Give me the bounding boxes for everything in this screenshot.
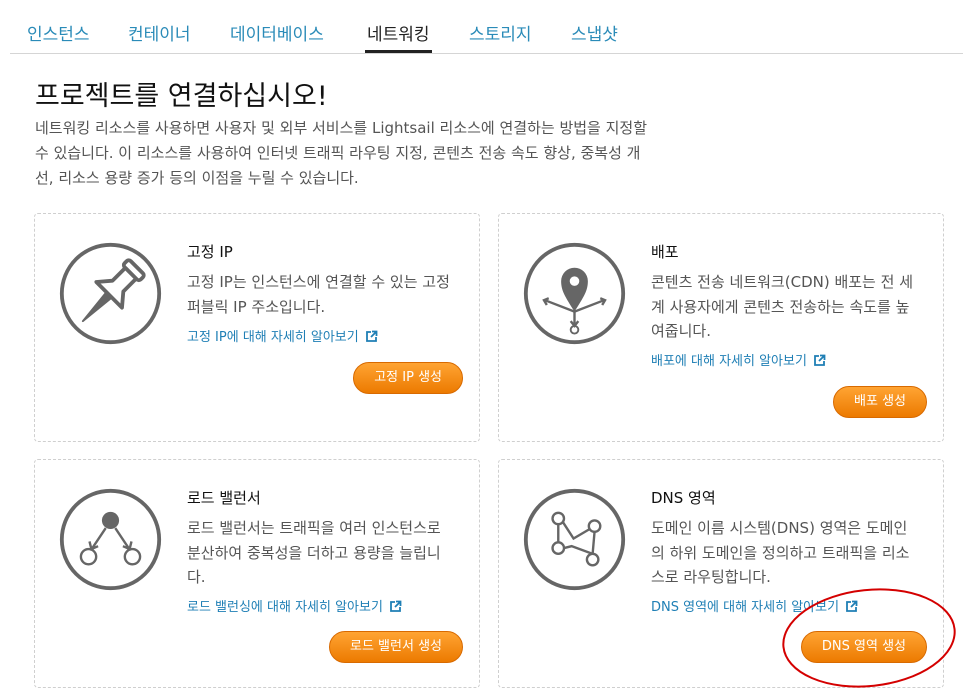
map-pin-icon [522,241,627,346]
page-title: 프로젝트를 연결하십시오! [35,81,328,112]
static-ip-title: 고정 IP [187,243,233,261]
load-balancer-icon [58,487,163,592]
pushpin-icon [58,241,163,346]
static-ip-learn-more-label: 고정 IP에 대해 자세히 알아보기 [187,330,359,345]
dns-zone-learn-more-label: DNS 영역에 대해 자세히 알아보기 [651,600,840,615]
create-dns-zone-button[interactable]: DNS 영역 생성 [800,631,927,663]
tab-databases[interactable]: 데이터베이스 [230,20,324,45]
load-balancer-learn-more-label: 로드 밸런싱에 대해 자세히 알아보기 [187,600,383,615]
load-balancer-learn-more-link[interactable]: 로드 밸런싱에 대해 자세히 알아보기 [187,596,402,617]
distribution-card: 배포 콘텐츠 전송 네트워크(CDN) 배포는 전 세계 사용자에게 콘텐츠 전… [498,213,944,442]
load-balancer-description: 로드 밸런서는 트래픽을 여러 인스턴스로 분산하여 중복성을 더하고 용량을 … [187,519,441,586]
tab-instances[interactable]: 인스턴스 [27,20,90,45]
create-static-ip-button[interactable]: 고정 IP 생성 [353,362,463,394]
tab-containers[interactable]: 컨테이너 [128,20,191,45]
create-distribution-button[interactable]: 배포 생성 [833,386,927,418]
tab-bar: 인스턴스 컨테이너 데이터베이스 네트워킹 스토리지 스냅샷 [10,0,963,54]
dns-nodes-icon [522,487,627,592]
static-ip-learn-more-link[interactable]: 고정 IP에 대해 자세히 알아보기 [187,326,378,347]
load-balancer-card: 로드 밸런서 로드 밸런서는 트래픽을 여러 인스턴스로 분산하여 중복성을 더… [34,459,480,688]
distribution-title: 배포 [651,243,679,261]
tab-networking[interactable]: 네트워킹 [365,20,432,53]
tab-snapshots[interactable]: 스냅샷 [571,20,618,45]
distribution-learn-more-label: 배포에 대해 자세히 알아보기 [651,354,807,369]
static-ip-description: 고정 IP는 인스턴스에 연결할 수 있는 고정 퍼블릭 IP 주소입니다. [187,273,450,316]
external-link-icon [365,330,378,347]
dns-zone-title: DNS 영역 [651,489,716,507]
dns-zone-card: DNS 영역 도메인 이름 시스템(DNS) 영역은 도메인의 하위 도메인을 … [498,459,944,688]
intro-text: 네트워킹 리소스를 사용하면 사용자 및 외부 서비스를 Lightsail 리… [35,119,648,187]
tab-storage[interactable]: 스토리지 [469,20,532,45]
dns-zone-learn-more-link[interactable]: DNS 영역에 대해 자세히 알아보기 [651,596,858,617]
dns-zone-description: 도메인 이름 시스템(DNS) 영역은 도메인의 하위 도메인을 정의하고 트래… [651,519,910,586]
distribution-description: 콘텐츠 전송 네트워크(CDN) 배포는 전 세계 사용자에게 콘텐츠 전송하는… [651,273,913,340]
external-link-icon [389,600,402,617]
create-load-balancer-button[interactable]: 로드 밸런서 생성 [329,631,463,663]
external-link-icon [813,354,826,371]
static-ip-card: 고정 IP 고정 IP는 인스턴스에 연결할 수 있는 고정 퍼블릭 IP 주소… [34,213,480,442]
external-link-icon [845,600,858,617]
distribution-learn-more-link[interactable]: 배포에 대해 자세히 알아보기 [651,350,826,371]
load-balancer-title: 로드 밸런서 [187,489,261,507]
